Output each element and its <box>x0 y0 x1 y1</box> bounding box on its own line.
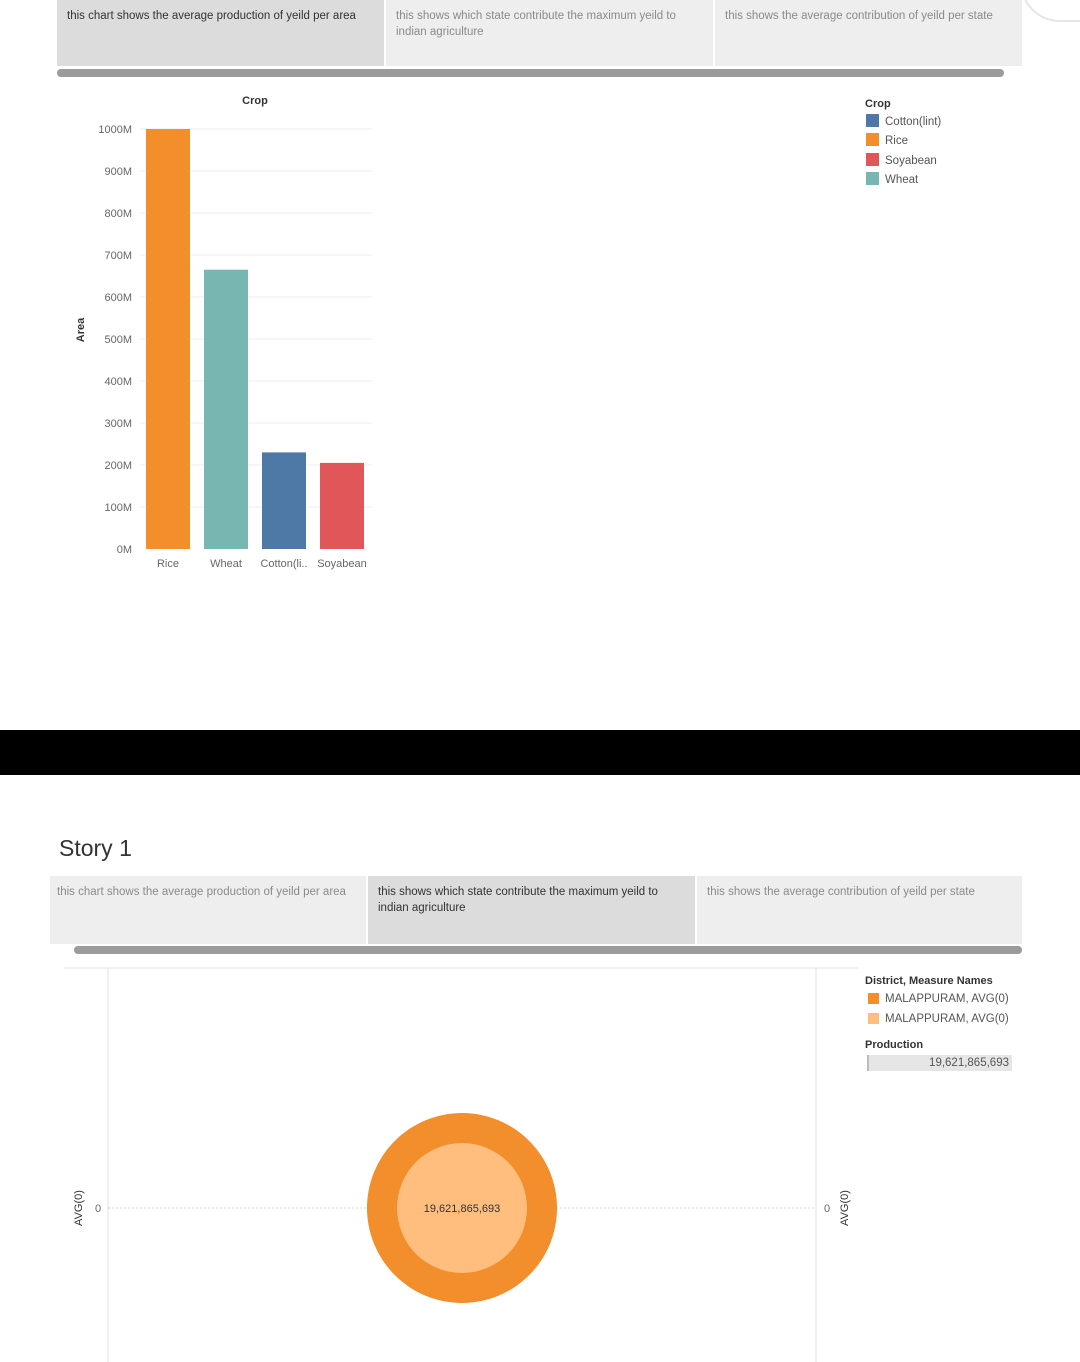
bar-y-tick-label: 100M <box>104 502 132 514</box>
story-tab-2[interactable]: this shows which state contribute the ma… <box>368 876 696 944</box>
screen-separator <box>0 730 1080 775</box>
bar-cotton-li[interactable] <box>262 452 306 549</box>
legend-label: Soyabean <box>885 154 937 167</box>
legend-swatch <box>868 1013 879 1024</box>
legend-label: Cotton(lint) <box>885 116 942 128</box>
bar-y-tick-label: 200M <box>104 460 132 472</box>
legend-swatch <box>866 114 879 127</box>
bar-legend-item[interactable]: Wheat <box>866 171 919 188</box>
bar-soyabean[interactable] <box>320 462 364 549</box>
bar-x-tick-label: Cotton(li.. <box>260 558 307 570</box>
legend-label: MALAPPURAM, AVG(0) <box>885 993 1009 1005</box>
bar-x-tick-label: Wheat <box>210 558 242 570</box>
legend-swatch <box>866 133 879 147</box>
bar-y-tick-label: 800M <box>104 208 132 220</box>
story-tab-3[interactable]: this shows the average contribution of y… <box>715 0 1023 66</box>
bar-chart-title: Crop <box>242 95 268 107</box>
bar-y-tick-label: 500M <box>104 334 132 346</box>
story-progress-track[interactable] <box>57 69 1004 77</box>
bar-y-tick-label: 400M <box>104 376 132 388</box>
story-progress-track[interactable] <box>74 946 1022 954</box>
bar-x-tick-label: Soyabean <box>317 558 367 570</box>
legend-swatch <box>866 171 879 185</box>
legend-label: Rice <box>885 135 909 148</box>
bubble-value-label: 19,621,865,693 <box>424 1203 500 1215</box>
bar-legend-title: Crop <box>865 98 891 110</box>
bar-x-tick-label: Rice <box>157 558 179 570</box>
bar-y-tick-label: 1000M <box>98 124 132 136</box>
legend-swatch <box>866 152 879 166</box>
story-panel-bottom: Story 1 this chart shows the average pro… <box>0 775 1080 1362</box>
story-panel-top: this chart shows the average production … <box>0 0 1080 730</box>
story-progress-thumb[interactable] <box>57 69 1004 77</box>
bubble-legend-title: District, Measure Names <box>865 975 993 987</box>
bar-y-tick-label: 700M <box>104 250 132 262</box>
story-tab-2[interactable]: this shows which state contribute the ma… <box>386 0 714 66</box>
story-tab-1[interactable]: this chart shows the average production … <box>57 0 385 66</box>
bar-legend-item[interactable]: Cotton(lint) <box>866 114 941 130</box>
production-legend-title: Production <box>865 1039 924 1051</box>
bubble-chart: AVG(0) 0 0 AVG(0) 19,621,865,693 <box>64 967 858 1362</box>
bar-y-axis-label: Area <box>75 317 87 342</box>
bar-legend-item[interactable]: Soyabean <box>866 152 937 169</box>
corner-decoration <box>1020 0 1080 22</box>
bar-chart: Crop Area 1000M 900M 800M 700M 600M 500M 400M 300… <box>75 95 372 570</box>
bubble-right-axis-label: AVG(0) <box>839 1190 851 1226</box>
story-tab-1[interactable]: this chart shows the average production … <box>50 876 367 944</box>
legend-swatch <box>868 993 879 1004</box>
bubble-left-axis-label: AVG(0) <box>73 1190 85 1226</box>
legend-label: MALAPPURAM, AVG(0) <box>885 1013 1009 1025</box>
legend-label: Wheat <box>885 173 919 186</box>
bubble-left-tick: 0 <box>95 1203 101 1215</box>
bar-y-tick-label: 600M <box>104 292 132 304</box>
bar-wheat[interactable] <box>204 269 248 549</box>
story-title: Story 1 <box>59 835 132 861</box>
bar-y-tick-label: 900M <box>104 166 132 178</box>
production-size-legend: 19,621,865,693 <box>867 1055 1012 1071</box>
bar-y-tick-label: 0M <box>117 544 132 556</box>
bar-rice[interactable] <box>146 129 190 549</box>
story-tab-3[interactable]: this shows the average contribution of y… <box>697 876 1023 944</box>
bar-legend-item[interactable]: Rice <box>866 133 908 149</box>
bubble-legend-item[interactable]: MALAPPURAM, AVG(0) <box>868 991 1009 1007</box>
story-progress-thumb[interactable] <box>74 946 1022 954</box>
bubble-legend-item[interactable]: MALAPPURAM, AVG(0) <box>868 1011 1009 1027</box>
bubble-right-tick: 0 <box>824 1203 830 1215</box>
bar-y-tick-label: 300M <box>104 418 132 430</box>
